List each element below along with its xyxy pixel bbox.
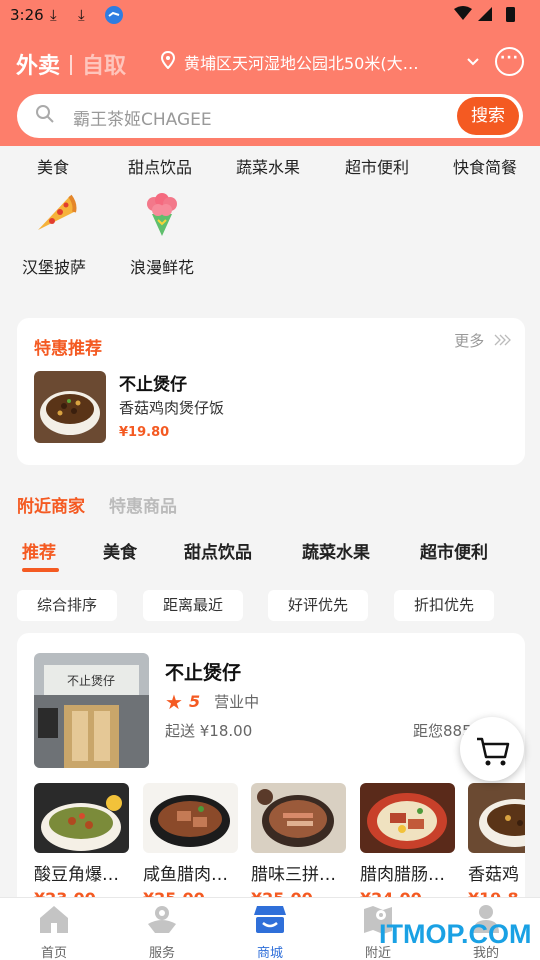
- top-header: 3:26 ⤓ ⤓ 外卖 自取 黄埔区天河湿地公园北50米(大… ··· 霸王茶姬C…: [0, 0, 540, 146]
- double-chevron-right-icon: [494, 334, 511, 346]
- category-desserts-drinks[interactable]: 甜点饮品: [128, 154, 192, 178]
- shopping-cart-icon: [477, 737, 510, 766]
- category-tabs: 推荐 美食 甜点饮品 蔬菜水果 超市便利: [0, 536, 540, 576]
- shop-status: 营业中: [214, 693, 260, 711]
- tab-discount-goods[interactable]: 特惠商品: [109, 497, 177, 517]
- category-burger-pizza-label: 汉堡披萨: [21, 258, 86, 277]
- shop-name[interactable]: 不止煲仔: [165, 658, 241, 685]
- dish-item[interactable]: 咸鱼腊肉… ¥25.00: [143, 783, 238, 908]
- more-link[interactable]: 更多: [454, 330, 511, 351]
- dish-image: [34, 783, 129, 853]
- category-strip: 美食 甜点饮品 蔬菜水果 超市便利 快食简餐: [0, 146, 540, 182]
- location-pin-icon: [160, 51, 176, 69]
- tab-desserts-drinks[interactable]: 甜点饮品: [184, 538, 252, 563]
- dish-item[interactable]: 香菇鸡 ¥19.8: [468, 783, 525, 908]
- category-fast-food[interactable]: 快食简餐: [453, 154, 517, 178]
- nav-service[interactable]: 服务: [127, 904, 197, 960]
- dish-item[interactable]: 腊肉腊肠… ¥24.00: [360, 783, 455, 908]
- promo-item-desc: 香菇鸡肉煲仔饭: [119, 399, 225, 417]
- search-button[interactable]: 搜索: [457, 97, 519, 135]
- message-icon[interactable]: ···: [495, 47, 524, 76]
- filter-nearest[interactable]: 距离最近: [143, 590, 244, 621]
- promo-item-price: ¥19.80: [119, 425, 170, 440]
- shop-score: 5: [188, 692, 201, 711]
- category-supermarket[interactable]: 超市便利: [345, 154, 409, 178]
- status-time: 3:26: [10, 6, 44, 24]
- shop-min-order: 起送 ¥18.00: [165, 722, 253, 740]
- svg-text:不止煲仔: 不止煲仔: [67, 673, 115, 688]
- search-placeholder[interactable]: 霸王茶姬CHAGEE: [73, 105, 212, 130]
- dish-name: 酸豆角爆…: [34, 865, 119, 885]
- dish-image: [251, 783, 346, 853]
- pickup-tab[interactable]: 自取: [82, 54, 126, 79]
- dish-name: 咸鱼腊肉…: [143, 865, 228, 885]
- delivery-mode-switch: 外卖 自取: [16, 48, 126, 80]
- special-offer-title: 特惠推荐: [34, 339, 102, 359]
- nav-store[interactable]: 商城: [235, 904, 305, 960]
- nav-home[interactable]: 首页: [19, 904, 89, 960]
- icon-category-row: 汉堡披萨 浪漫鲜花: [0, 190, 540, 280]
- dish-image: [360, 783, 455, 853]
- nav-service-label: 服务: [148, 946, 175, 960]
- claypot-rice-image: [34, 371, 106, 443]
- promo-item-image[interactable]: [34, 371, 106, 443]
- tab-supermarket[interactable]: 超市便利: [420, 538, 488, 563]
- dish-image: [468, 783, 525, 853]
- tab-fruit-veg[interactable]: 蔬菜水果: [302, 538, 370, 563]
- signal-battery-icon: [454, 6, 515, 22]
- address-selector[interactable]: 黄埔区天河湿地公园北50米(大…: [160, 50, 480, 74]
- dish-name: 腊肉腊肠…: [360, 865, 445, 885]
- tab-recommended[interactable]: 推荐: [22, 538, 56, 563]
- dish-image: [143, 783, 238, 853]
- filter-top-rated[interactable]: 好评优先: [268, 590, 369, 621]
- shop-card[interactable]: 不止煲仔 不止煲仔 ★5营业中 起送 ¥18.00 距您885 酸豆角爆… ¥2…: [17, 633, 525, 913]
- category-food[interactable]: 美食: [37, 154, 69, 178]
- dish-item[interactable]: 腊味三拼… ¥25.00: [251, 783, 346, 908]
- watermark: ITMOP.COM: [379, 919, 532, 949]
- flower-bouquet-icon: [147, 193, 177, 236]
- star-icon: ★: [165, 690, 183, 714]
- section-tabs: 附近商家 特惠商品: [17, 492, 201, 517]
- dish-name: 腊味三拼…: [251, 865, 336, 885]
- download-done-icon: ⤓: [78, 6, 85, 24]
- filter-discount[interactable]: 折扣优先: [394, 590, 495, 621]
- store-icon: [254, 906, 286, 933]
- cart-button[interactable]: [460, 717, 524, 781]
- status-bar: 3:26 ⤓ ⤓: [0, 0, 540, 30]
- promo-item-name[interactable]: 不止煲仔: [119, 370, 187, 395]
- storefront-image: 不止煲仔: [34, 653, 149, 768]
- category-flowers[interactable]: 浪漫鲜花: [117, 190, 207, 278]
- home-icon: [40, 906, 68, 933]
- shop-storefront-image: 不止煲仔: [34, 653, 149, 768]
- nav-home-label: 首页: [40, 946, 67, 960]
- sort-filters: 综合排序 距离最近 好评优先 折扣优先: [17, 590, 540, 622]
- app-notification-icon: [105, 6, 123, 24]
- download-done-icon: ⤓: [50, 6, 57, 24]
- shop-rating: ★ 5 营业中: [165, 690, 259, 714]
- category-burger-pizza[interactable]: 汉堡披萨: [9, 190, 99, 278]
- service-icon: [148, 906, 176, 933]
- address-text: 黄埔区天河湿地公园北50米(大…: [184, 54, 419, 73]
- chevron-down-icon: [467, 58, 479, 66]
- search-bar[interactable]: 霸王茶姬CHAGEE 搜索: [17, 94, 523, 138]
- filter-comprehensive[interactable]: 综合排序: [17, 590, 118, 621]
- delivery-tab[interactable]: 外卖: [16, 54, 60, 79]
- tab-food[interactable]: 美食: [103, 538, 137, 563]
- dish-item[interactable]: 酸豆角爆… ¥23.00: [34, 783, 129, 908]
- search-icon: [36, 105, 54, 123]
- category-flowers-label: 浪漫鲜花: [129, 258, 194, 277]
- active-tab-indicator: [22, 568, 59, 572]
- tab-nearby-shops[interactable]: 附近商家: [17, 497, 85, 517]
- special-offer-card: 特惠推荐 更多 不止煲仔 香菇鸡肉煲仔饭 ¥19.80: [17, 318, 525, 465]
- dish-name: 香菇鸡: [468, 865, 519, 885]
- nav-store-label: 商城: [256, 946, 283, 960]
- category-fruit-veg[interactable]: 蔬菜水果: [236, 154, 300, 178]
- pizza-icon: [38, 194, 77, 230]
